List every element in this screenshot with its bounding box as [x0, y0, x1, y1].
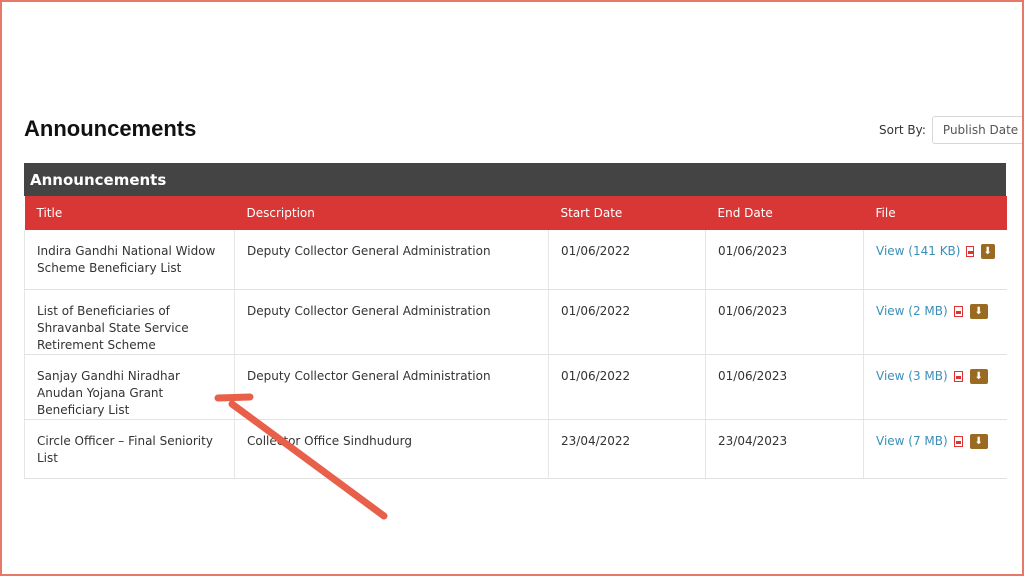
- red-arrow-annotation: [214, 393, 388, 520]
